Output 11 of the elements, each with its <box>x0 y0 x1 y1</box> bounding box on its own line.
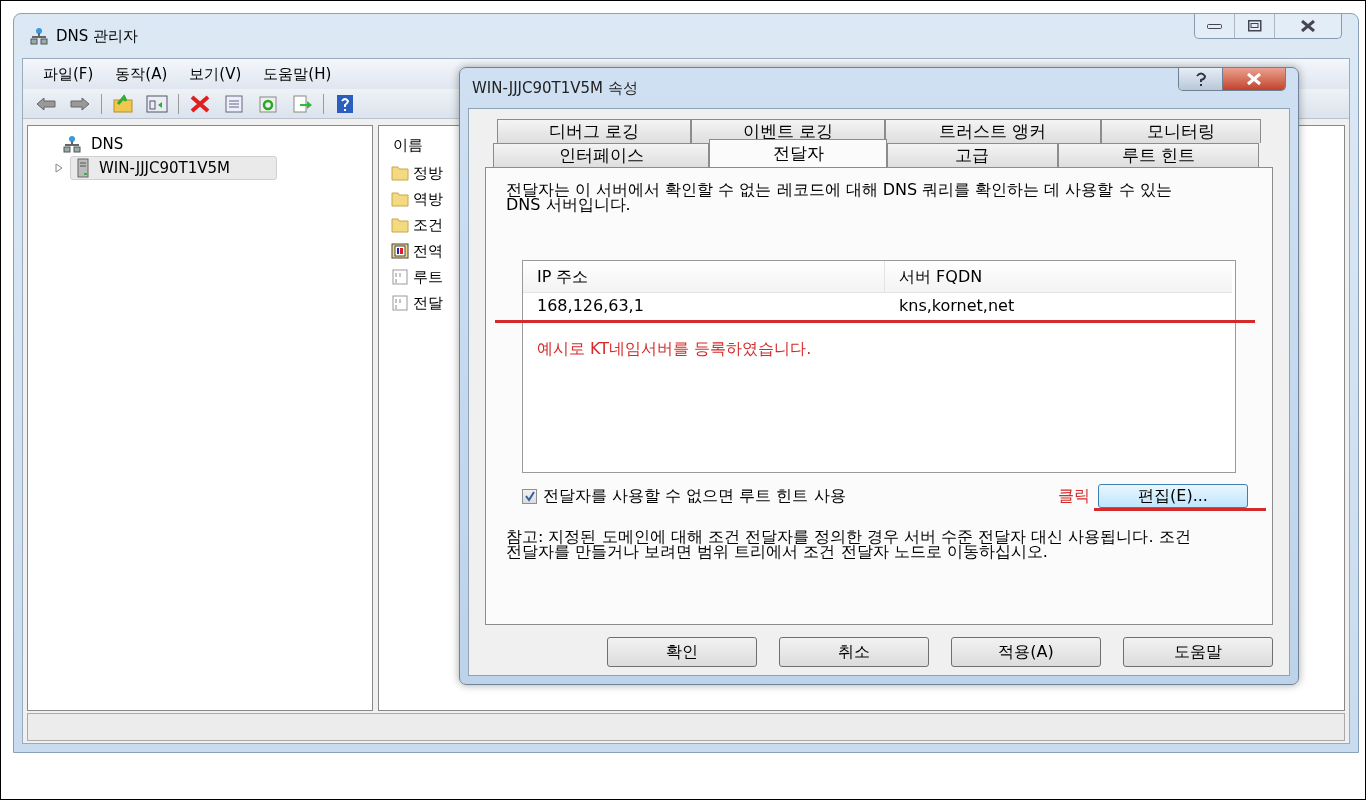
annotation-text: 예시로 KT네임서버를 등록하였습니다. <box>536 338 813 360</box>
column-header: 서버 FQDN <box>898 265 984 288</box>
dialog-title: WIN-JJJC90T1V5M 속성 <box>472 77 638 99</box>
column-header: IP 주소 <box>523 261 885 292</box>
column-header: 이름 <box>393 135 423 156</box>
annotation-text: 클릭 <box>1058 485 1090 507</box>
window-title: DNS 관리자 <box>56 25 139 47</box>
table-cell-text: kns,kornet,net <box>898 295 1016 317</box>
note-text: 참고: 지정된 도메인에 대해 조건 전달자를 정의한 경우 서버 수준 전달자 대신 사용됩니다. 조건 전달자를 만들거나 보려면 범위 트리에서 조건 전달자 노드로 이동하십시오. <box>506 529 1192 559</box>
description-text: 전달자는 이 서버에서 확인할 수 없는 레코드에 대해 DNS 쿼리를 확인하는 데 사용할 수 있는 DNS 서버입니다. <box>506 182 1173 212</box>
table-cell-text: 168,126,63,1 <box>536 295 645 317</box>
